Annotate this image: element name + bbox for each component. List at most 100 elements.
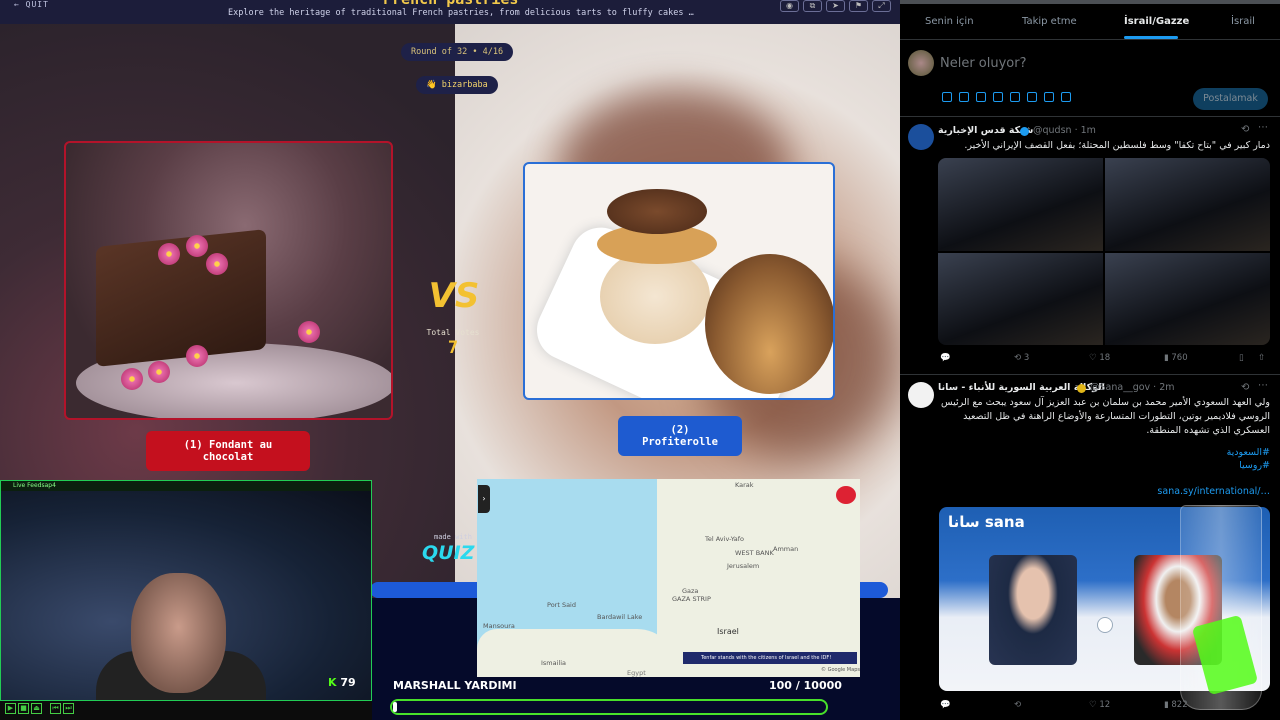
- map-label: Gaza: [682, 587, 699, 595]
- sana-logo: سانا sana: [948, 513, 1025, 531]
- vs-icon: VS: [428, 276, 480, 316]
- tweet-text: دمار كبير في "بتاح تكفا" وسط فلسطين المح…: [964, 140, 1270, 151]
- map-logo-icon: [836, 486, 856, 504]
- quiz-title: French pastries: [383, 0, 518, 8]
- map-label: Karak: [735, 481, 754, 489]
- map-label: Tel Aviv-Yafo: [705, 535, 745, 543]
- map-label: Jerusalem: [727, 562, 760, 570]
- flower-decoration: [158, 243, 180, 265]
- post-button[interactable]: Postalamak: [1193, 88, 1268, 110]
- reply-icon[interactable]: 💬: [940, 700, 951, 710]
- grok-icon[interactable]: ⟲: [1241, 382, 1249, 393]
- flag-icon[interactable]: ⚑: [849, 0, 868, 12]
- streamer-face: [131, 573, 226, 693]
- second-profiterole-shape: [705, 254, 833, 394]
- kick-follower-count: K 79: [328, 676, 356, 689]
- tweet-photo[interactable]: [938, 158, 1103, 251]
- next-icon[interactable]: ⏭: [63, 703, 74, 714]
- tweet-photo[interactable]: [938, 252, 1103, 345]
- quiz-toolbar: ◉ ⧉ ➤ ⚑ ⤢: [780, 0, 891, 12]
- views-count[interactable]: ▮ 760: [1164, 353, 1188, 363]
- divider: [900, 39, 1280, 40]
- emoji-icon[interactable]: [1010, 92, 1020, 102]
- tweet-handle[interactable]: @Sana__gov · 2m: [1090, 382, 1175, 393]
- like-button[interactable]: ♡ 12: [1089, 700, 1110, 710]
- previous-icon[interactable]: ⏮: [50, 703, 61, 714]
- option-2-image[interactable]: [523, 162, 835, 400]
- quiz-subtitle: Explore the heritage of traditional Fren…: [228, 8, 694, 18]
- share-icon[interactable]: ⧉: [803, 0, 822, 12]
- tweet-photo[interactable]: [1105, 252, 1270, 345]
- tweet-photos[interactable]: [938, 158, 1270, 345]
- map-label: Ismailia: [541, 659, 567, 667]
- avatar[interactable]: [908, 50, 934, 76]
- eject-icon[interactable]: ⏏: [31, 703, 42, 714]
- poll-icon[interactable]: [993, 92, 1003, 102]
- more-icon[interactable]: ⋯: [1258, 122, 1268, 133]
- flag-icon[interactable]: [1061, 92, 1071, 102]
- map-label: Bardawil Lake: [597, 613, 643, 621]
- webcam-window: Live Feedsap4: [0, 480, 372, 720]
- land-shape: [477, 629, 677, 677]
- flower-decoration: [186, 235, 208, 257]
- like-button[interactable]: ♡ 18: [1089, 353, 1110, 363]
- sana-emblem-icon: [1097, 617, 1113, 633]
- grok-icon[interactable]: [976, 92, 986, 102]
- chocolate-cake-shape: [96, 229, 266, 367]
- tweet-handle[interactable]: @qudsn · 1m: [1033, 125, 1096, 136]
- made-with-label: made with: [434, 533, 472, 541]
- webcam-feed: [1, 491, 371, 719]
- divider: [900, 374, 1280, 375]
- map-label: WEST BANK: [735, 549, 774, 557]
- tweet-text: ولي العهد السعودي الأمير محمد بن سلمان ب…: [940, 397, 1270, 436]
- views-count[interactable]: ▮ 822: [1164, 700, 1188, 710]
- divider: [900, 116, 1280, 117]
- round-indicator: Round of 32 • 4/16: [401, 43, 514, 61]
- map-label: Egypt: [627, 669, 646, 677]
- tweet-photo[interactable]: [1105, 158, 1270, 251]
- map-label: Port Said: [547, 601, 576, 609]
- compose-input[interactable]: Neler oluyor?: [940, 56, 1027, 71]
- hand-icon: 👋: [426, 80, 442, 90]
- avatar[interactable]: [908, 124, 934, 150]
- location-icon[interactable]: [1044, 92, 1054, 102]
- option-1-image[interactable]: [64, 141, 393, 420]
- flower-decoration: [148, 361, 170, 383]
- reply-icon[interactable]: 💬: [940, 353, 951, 363]
- option-1-button[interactable]: (1) Fondant au chocolat: [146, 431, 310, 471]
- gif-icon[interactable]: [959, 92, 969, 102]
- schedule-icon[interactable]: [1027, 92, 1037, 102]
- tab-following[interactable]: Takip etme: [1022, 16, 1077, 27]
- tab-israel-gaza[interactable]: İsrail/Gazze: [1124, 16, 1189, 27]
- image-icon[interactable]: [942, 92, 952, 102]
- share-icon[interactable]: ⇧: [1258, 353, 1265, 363]
- tab-israel[interactable]: İsrail: [1231, 16, 1255, 27]
- bookmark-icon[interactable]: ▯: [1239, 353, 1244, 363]
- grok-icon[interactable]: ⟲: [1241, 124, 1249, 135]
- eye-icon[interactable]: ◉: [780, 0, 799, 12]
- portrait-left: [989, 555, 1077, 665]
- play-icon[interactable]: ▶: [5, 703, 16, 714]
- choux-top-shape: [607, 189, 707, 234]
- more-icon[interactable]: ⋯: [1258, 380, 1268, 391]
- stop-icon[interactable]: ■: [18, 703, 29, 714]
- external-link[interactable]: sana.sy/international/…: [1100, 485, 1270, 498]
- map-widget[interactable]: Karak Tel Aviv-Yafo WEST BANK Amman Jeru…: [477, 479, 860, 677]
- map-label: Mansoura: [483, 622, 515, 630]
- map-toggle-button[interactable]: ›: [478, 485, 490, 513]
- option-2-button[interactable]: (2) Profiterolle: [618, 416, 742, 456]
- total-votes-count: 7: [447, 338, 459, 358]
- fullscreen-icon[interactable]: ⤢: [872, 0, 891, 12]
- flower-decoration: [206, 253, 228, 275]
- quit-button[interactable]: ← QUIT: [14, 0, 49, 9]
- retweet-button[interactable]: ⟲: [1014, 700, 1021, 710]
- flower-decoration: [298, 321, 320, 343]
- hashtag-link[interactable]: #روسيا: [1200, 459, 1270, 472]
- retweet-button[interactable]: ⟲ 3: [1014, 353, 1029, 363]
- map-label: Israel: [717, 627, 739, 636]
- send-icon[interactable]: ➤: [826, 0, 845, 12]
- hashtag-link[interactable]: #السعودية: [1200, 446, 1270, 459]
- kick-logo-icon: K: [328, 676, 341, 689]
- tab-for-you[interactable]: Senin için: [925, 16, 974, 27]
- avatar[interactable]: [908, 382, 934, 408]
